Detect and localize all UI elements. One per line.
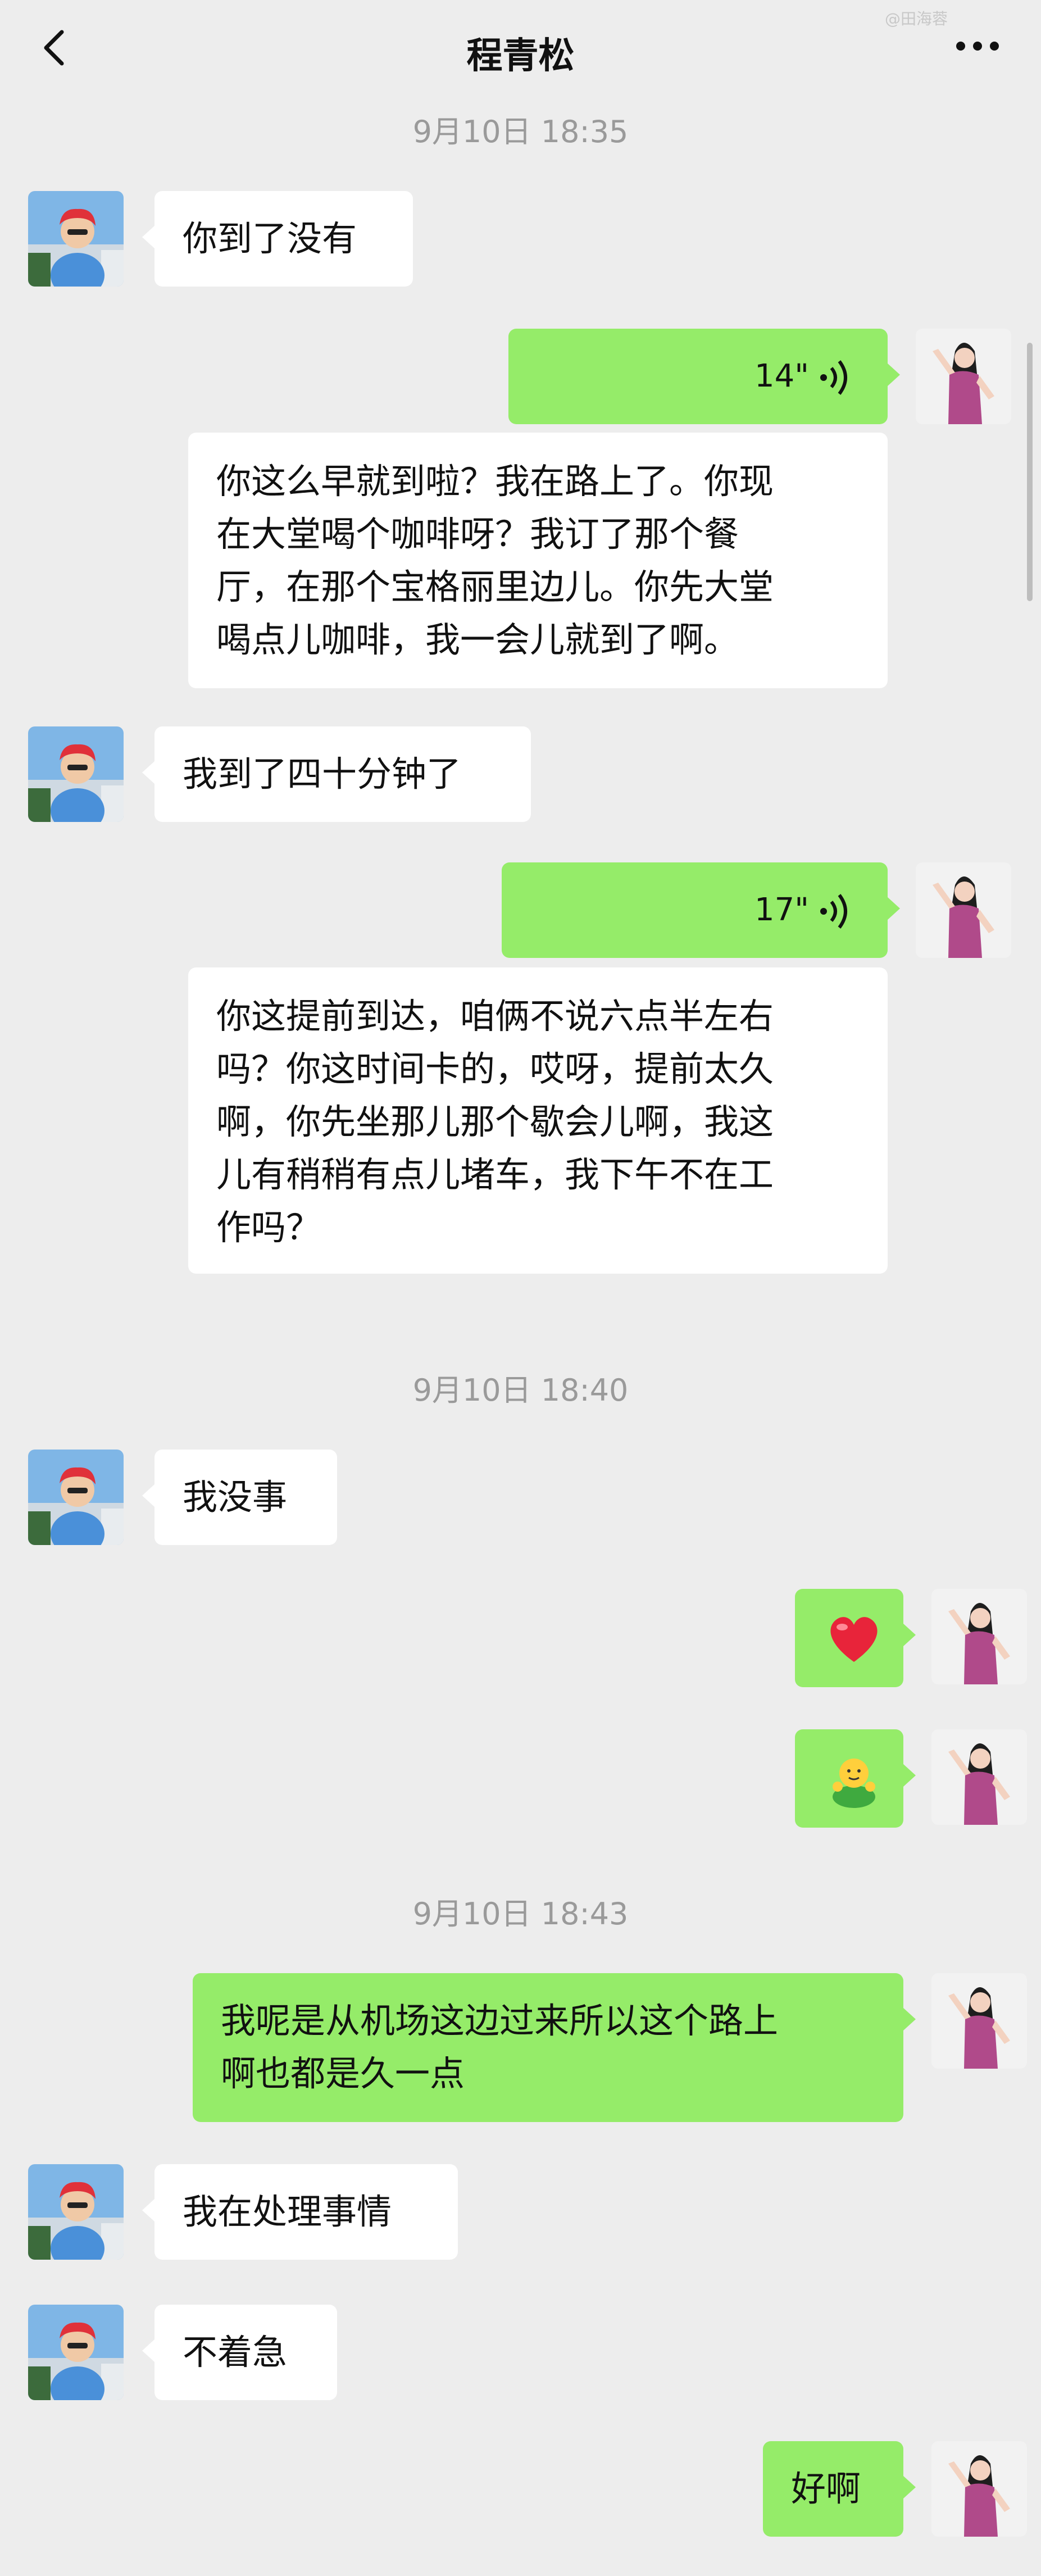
my-avatar[interactable] <box>931 1973 1027 2069</box>
incoming-message[interactable]: 你到了没有 <box>142 191 413 287</box>
my-avatar[interactable] <box>916 329 1011 424</box>
message-text: 我在处理事情 <box>183 2191 392 2232</box>
emoji-message[interactable] <box>795 1729 916 1828</box>
transcript-line: 儿有稍稍有点儿堵车，我下午不在工 <box>216 1154 774 1195</box>
voice-duration: 14" <box>754 358 809 394</box>
message-text: 我到了四十分钟了 <box>183 753 462 794</box>
top-bar: 程青松 @田海蓉 <box>0 0 1041 96</box>
voice-duration: 17" <box>754 892 809 928</box>
incoming-message[interactable]: 我在处理事情 <box>142 2164 458 2260</box>
my-avatar[interactable] <box>931 2441 1027 2537</box>
transcript-line: 吗？你这时间卡的，哎呀，提前太久 <box>216 1048 774 1089</box>
voice-message[interactable]: 14" <box>508 329 900 424</box>
contact-avatar[interactable] <box>28 191 124 287</box>
message-text: 我呢是从机场这边过来所以这个路上 啊也都是久一点 <box>221 1995 778 2100</box>
incoming-message[interactable]: 我没事 <box>142 1450 337 1545</box>
watermark: @田海蓉 <box>885 10 948 28</box>
outgoing-message[interactable]: 好啊 <box>763 2441 916 2537</box>
transcript-line: 啊，你先坐那儿那个歇会儿啊，我这 <box>216 1101 774 1142</box>
timestamp: 9月10日 18:40 <box>412 1373 629 1408</box>
incoming-message[interactable]: 我到了四十分钟了 <box>142 726 531 822</box>
message-line: 啊也都是久一点 <box>221 2053 465 2094</box>
contact-avatar[interactable] <box>28 2164 124 2260</box>
scrollbar[interactable] <box>1027 343 1033 601</box>
voice-transcript: 你这么早就到啦？我在路上了。你现 在大堂喝个咖啡呀？我订了那个餐 厅，在那个宝格… <box>188 433 888 688</box>
voice-message[interactable]: 17" <box>502 862 900 958</box>
chat-title: 程青松 <box>466 35 575 77</box>
contact-avatar[interactable] <box>28 2305 124 2400</box>
green-person-emoji-icon <box>833 1759 875 1808</box>
voice-wave-icon <box>820 360 847 395</box>
voice-wave-icon <box>820 894 847 929</box>
emoji-message[interactable] <box>795 1589 916 1687</box>
transcript-line: 喝点儿咖啡，我一会儿就到了啊。 <box>216 619 739 660</box>
my-avatar[interactable] <box>931 1729 1027 1825</box>
message-text: 好啊 <box>791 2468 861 2509</box>
incoming-message[interactable]: 不着急 <box>142 2305 337 2400</box>
more-dots-icon[interactable] <box>949 22 1006 67</box>
timestamp: 9月10日 18:35 <box>412 114 629 149</box>
contact-avatar[interactable] <box>28 1450 124 1545</box>
transcript-line: 你这提前到达，咱俩不说六点半左右 <box>216 996 774 1037</box>
message-text: 不着急 <box>183 2332 288 2373</box>
my-avatar[interactable] <box>931 1589 1027 1684</box>
red-heart-icon <box>830 1617 878 1662</box>
message-line: 我呢是从机场这边过来所以这个路上 <box>221 2000 779 2041</box>
transcript-line: 你这么早就到啦？我在路上了。你现 <box>216 461 774 502</box>
message-text: 我没事 <box>183 1476 288 1518</box>
transcript-line: 厅，在那个宝格丽里边儿。你先大堂 <box>216 566 774 607</box>
voice-transcript: 你这提前到达，咱俩不说六点半左右 吗？你这时间卡的，哎呀，提前太久 啊，你先坐那… <box>188 967 888 1274</box>
timestamp: 9月10日 18:43 <box>412 1896 629 1932</box>
transcript-line: 作吗？ <box>216 1207 321 1248</box>
my-avatar[interactable] <box>916 862 1011 958</box>
message-text: 你到了没有 <box>183 218 357 259</box>
contact-avatar[interactable] <box>28 726 124 822</box>
transcript-line: 在大堂喝个咖啡呀？我订了那个餐 <box>216 514 739 555</box>
outgoing-message[interactable]: 我呢是从机场这边过来所以这个路上 啊也都是久一点 <box>193 1973 916 2122</box>
